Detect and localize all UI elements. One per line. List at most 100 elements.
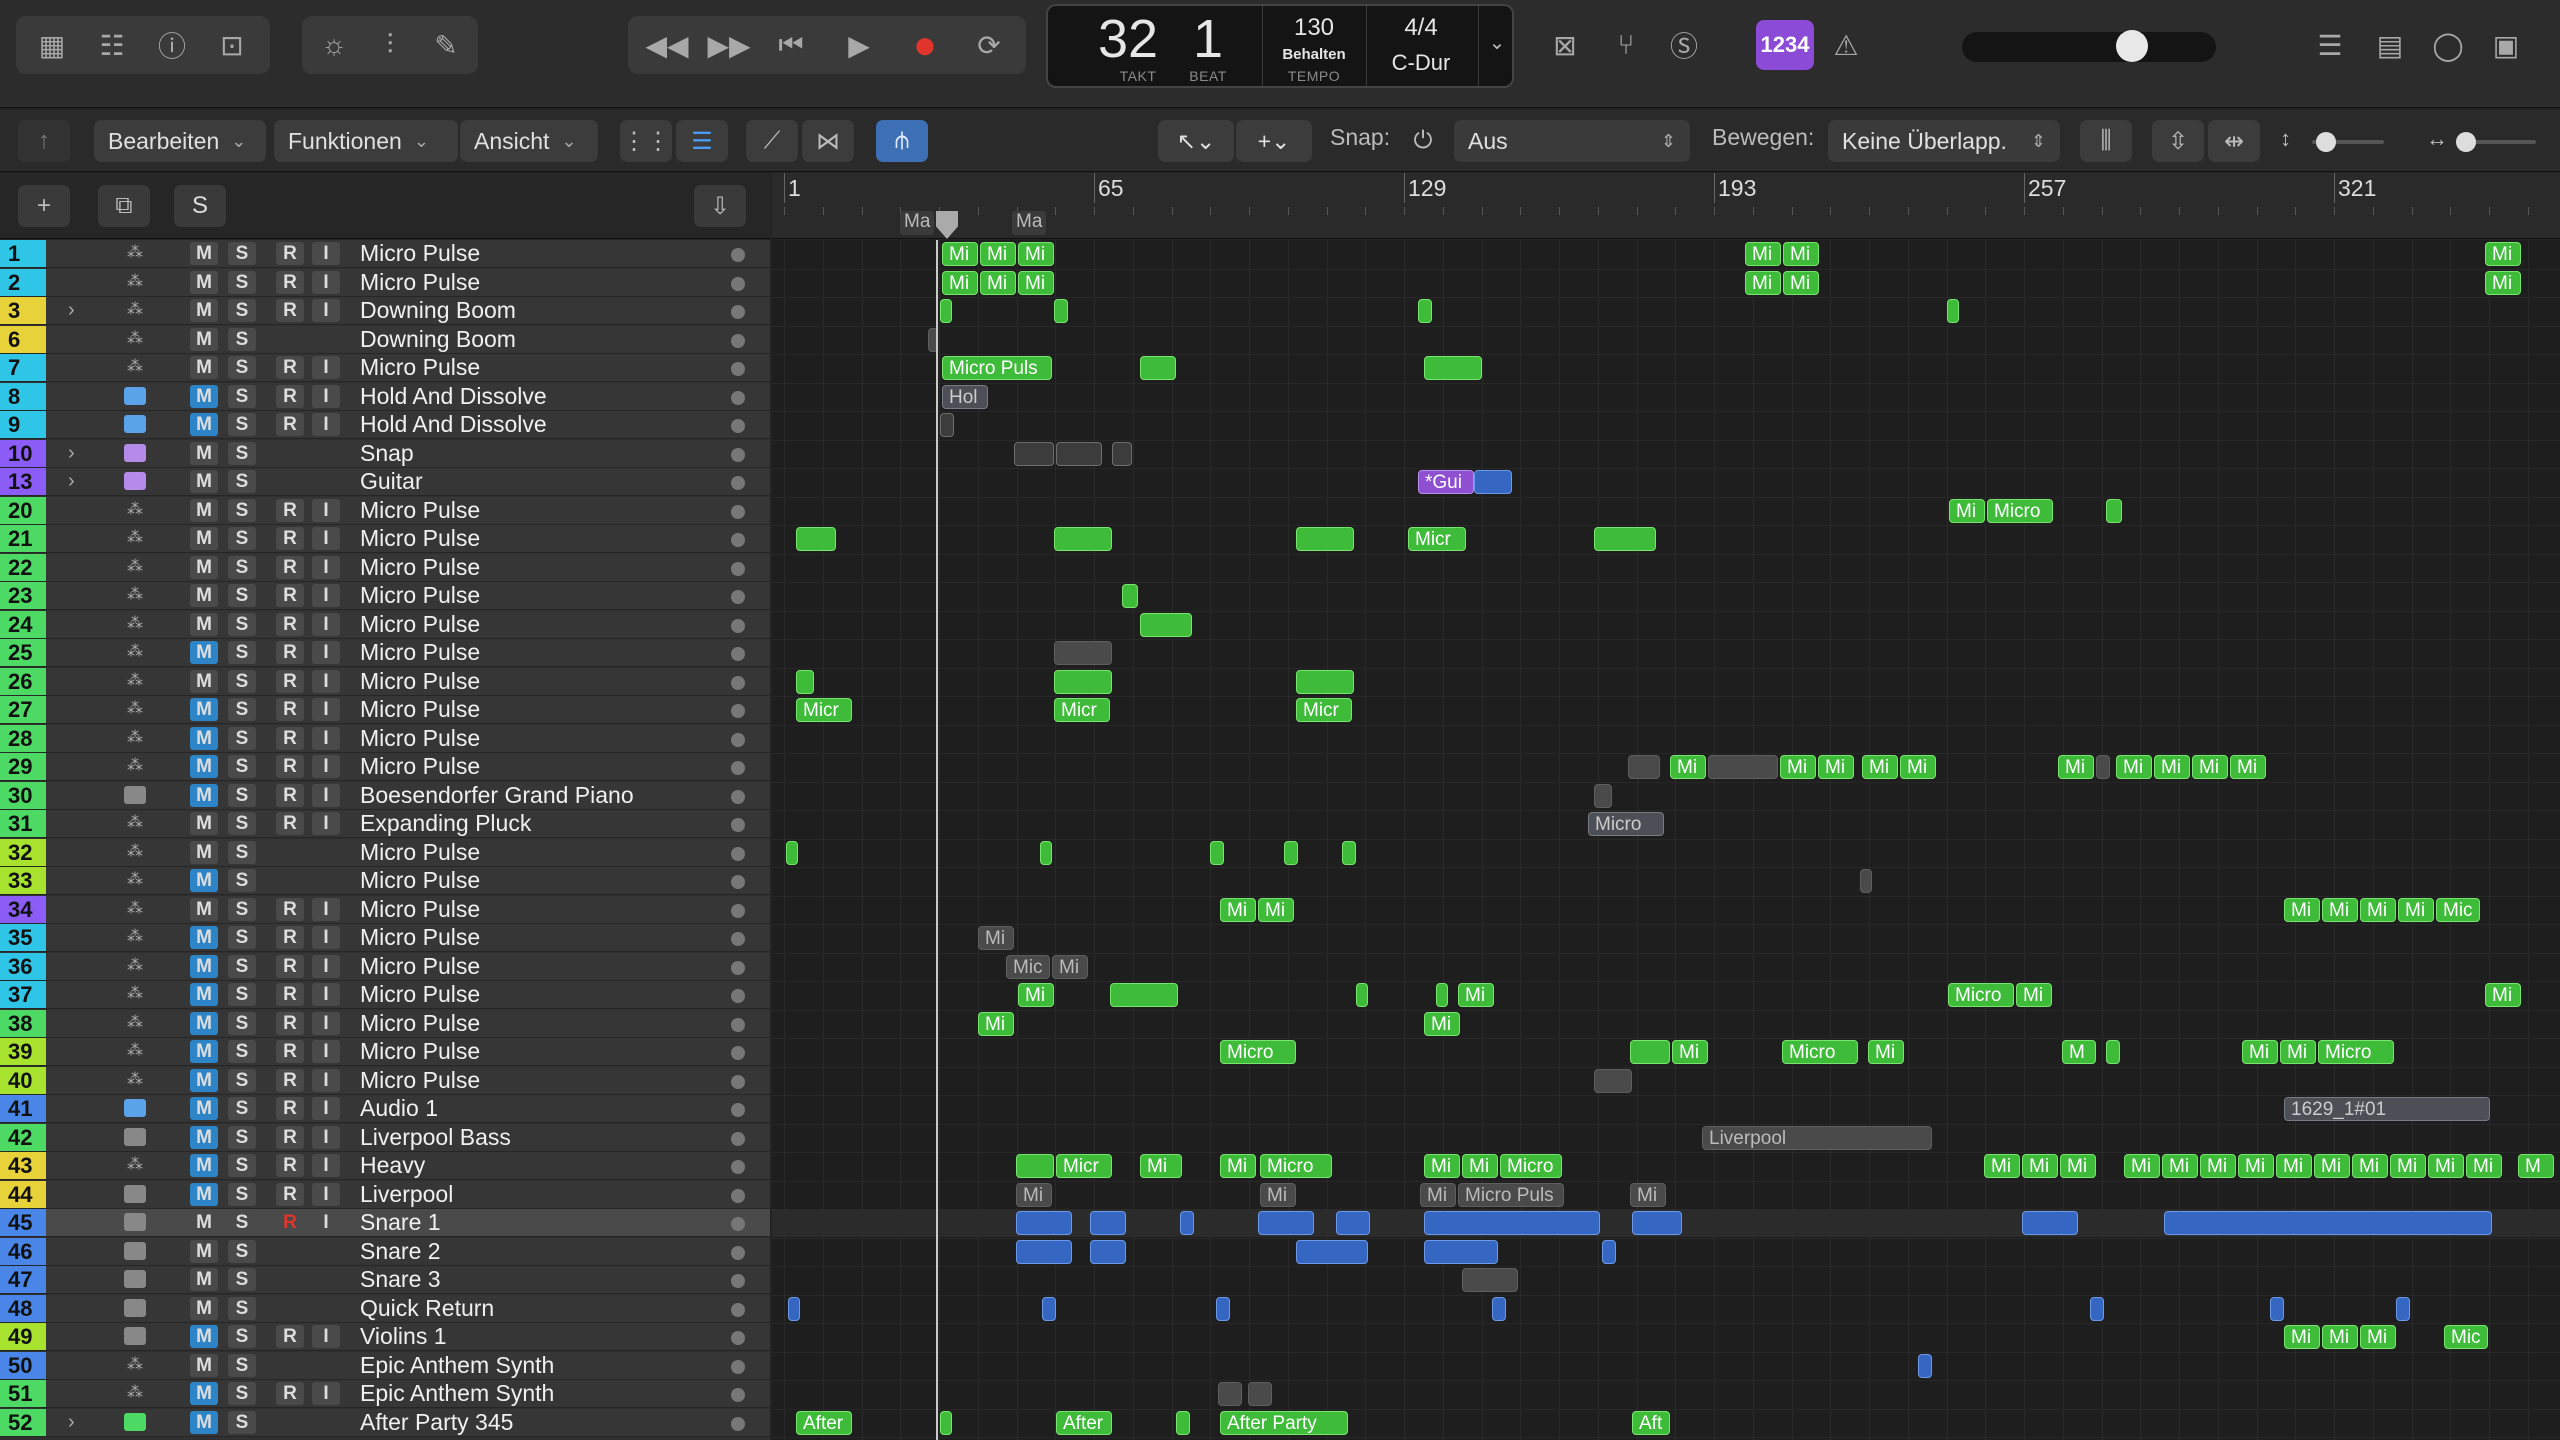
input-monitor-button[interactable]: I — [312, 584, 340, 607]
record-enable-button[interactable]: R — [276, 242, 304, 265]
region[interactable]: Micro — [1987, 498, 2053, 523]
snap-select[interactable]: Aus ⇕ — [1454, 120, 1690, 162]
region[interactable]: Mic — [1006, 954, 1050, 979]
region[interactable]: Mi — [978, 926, 1014, 950]
waveform-zoom-icon[interactable]: ⫼ — [2080, 120, 2132, 162]
track-row[interactable]: 35 ⁂ M S R I Micro Pulse — [0, 924, 770, 952]
region[interactable]: Micr — [796, 698, 852, 722]
region[interactable]: Mi — [2398, 897, 2434, 922]
track-row[interactable]: 48 M S Quick Return — [0, 1294, 770, 1323]
smart-controls-icon[interactable]: ☼ — [306, 16, 362, 74]
region[interactable]: Micro — [1260, 1154, 1332, 1178]
region[interactable]: Mi — [2466, 1154, 2502, 1178]
region[interactable]: M — [2062, 1040, 2096, 1064]
region[interactable] — [1708, 755, 1778, 779]
track-row[interactable]: 38 ⁂ M S R I Micro Pulse — [0, 1009, 770, 1038]
input-monitor-button[interactable]: I — [312, 1040, 340, 1063]
track-row[interactable]: 36 ⁂ M S R I Micro Pulse — [0, 952, 770, 981]
region[interactable] — [1284, 840, 1298, 865]
region[interactable]: Micro — [1948, 983, 2014, 1007]
region[interactable]: Mi — [2360, 897, 2396, 922]
region[interactable]: Mi — [2280, 1040, 2316, 1064]
region[interactable] — [1474, 470, 1512, 494]
record-enable-button[interactable]: R — [276, 926, 304, 949]
solo-button[interactable]: S — [228, 327, 256, 351]
region[interactable] — [1418, 299, 1432, 323]
input-monitor-button[interactable]: I — [312, 413, 340, 436]
rewind-icon[interactable]: ◀◀ — [636, 16, 698, 74]
region[interactable]: Mi — [1420, 1182, 1456, 1207]
region[interactable]: Mi — [1052, 954, 1088, 979]
region[interactable] — [1594, 1068, 1632, 1093]
tuning-fork-icon[interactable]: ⑂ — [1598, 16, 1654, 74]
region[interactable]: Mi — [2284, 897, 2320, 922]
inspector-icon[interactable]: ☷ — [84, 16, 140, 74]
solo-button[interactable]: S — [228, 555, 256, 579]
solo-button[interactable]: S — [228, 356, 256, 379]
region[interactable] — [1424, 1239, 1498, 1264]
volume-dot[interactable] — [731, 761, 745, 775]
region[interactable] — [1122, 584, 1138, 608]
region[interactable]: Mic — [2436, 897, 2480, 922]
region[interactable]: Mi — [1220, 1154, 1256, 1178]
track-row[interactable]: 41 M S R I Audio 1 — [0, 1095, 770, 1123]
region[interactable]: Mi — [1949, 498, 1985, 523]
region[interactable] — [1918, 1353, 1932, 1378]
region[interactable]: Mi — [2322, 1325, 2358, 1349]
track-name[interactable]: Epic Anthem Synth — [360, 1352, 554, 1379]
lcd-display[interactable]: 32 1 TAKT BEAT 130 Behalten TEMPO 4/4 C-… — [1046, 4, 1514, 88]
volume-dot[interactable] — [731, 1017, 745, 1032]
track-name[interactable]: Expanding Pluck — [360, 810, 531, 837]
record-enable-button[interactable]: R — [276, 413, 304, 436]
volume-dot[interactable] — [731, 818, 745, 832]
track-name[interactable]: Micro Pulse — [360, 839, 480, 866]
region[interactable]: Mi — [2058, 755, 2094, 779]
mute-button[interactable]: M — [190, 584, 218, 607]
region[interactable]: Micro — [1588, 812, 1664, 836]
record-enable-button[interactable]: R — [276, 812, 304, 835]
region[interactable] — [1016, 1239, 1072, 1264]
record-enable-button[interactable]: R — [276, 356, 304, 379]
record-enable-button[interactable]: R — [276, 783, 304, 807]
region[interactable]: Mi — [1424, 1011, 1460, 1036]
region[interactable]: Liverpool — [1702, 1125, 1932, 1150]
region[interactable] — [1016, 1211, 1072, 1235]
replace-icon[interactable]: ⊠ — [1540, 16, 1590, 74]
toolbar-toggle-icon[interactable]: ⊡ — [204, 16, 260, 74]
input-monitor-button[interactable]: I — [312, 698, 340, 721]
region[interactable]: Micr — [1054, 698, 1110, 722]
volume-dot[interactable] — [731, 1359, 745, 1374]
mute-button[interactable]: M — [190, 1154, 218, 1177]
volume-dot[interactable] — [731, 504, 745, 519]
solo-button[interactable]: S — [228, 1097, 256, 1120]
region[interactable]: Micro — [2318, 1040, 2394, 1064]
track-row[interactable]: 42 M S R I Liverpool Bass — [0, 1123, 770, 1152]
volume-dot[interactable] — [731, 1188, 745, 1203]
input-monitor-button[interactable]: I — [312, 242, 340, 265]
input-monitor-button[interactable]: I — [312, 299, 340, 322]
solo-button[interactable]: S — [228, 726, 256, 750]
solo-button[interactable]: S — [228, 441, 256, 465]
record-enable-button[interactable]: R — [276, 1325, 304, 1348]
note-pad-icon[interactable]: ▤ — [2362, 16, 2418, 74]
track-name[interactable]: Micro Pulse — [360, 725, 480, 752]
record-enable-button[interactable]: R — [276, 584, 304, 607]
region[interactable]: Mi — [1783, 242, 1819, 266]
volume-dot[interactable] — [731, 875, 745, 889]
automation-icon[interactable]: ⟋ — [746, 120, 798, 162]
track-row[interactable]: 44 M S R I Liverpool — [0, 1180, 770, 1209]
input-monitor-button[interactable]: I — [312, 527, 340, 550]
track-name[interactable]: Micro Pulse — [360, 753, 480, 780]
region[interactable] — [1630, 1040, 1670, 1064]
record-enable-button[interactable]: R — [276, 954, 304, 978]
input-monitor-button[interactable]: I — [312, 1325, 340, 1348]
region[interactable]: Mi — [2485, 270, 2521, 295]
region[interactable]: Mic — [2444, 1325, 2488, 1349]
track-name[interactable]: Micro Pulse — [360, 981, 480, 1008]
region[interactable]: Mi — [1016, 1182, 1052, 1207]
solo-button[interactable]: S — [228, 954, 256, 978]
volume-dot[interactable] — [731, 447, 745, 462]
track-row[interactable]: 28 ⁂ M S R I Micro Pulse — [0, 724, 770, 753]
region[interactable]: After — [1056, 1410, 1112, 1435]
track-row[interactable]: 3 › ⁂ M S R I Downing Boom — [0, 297, 770, 325]
